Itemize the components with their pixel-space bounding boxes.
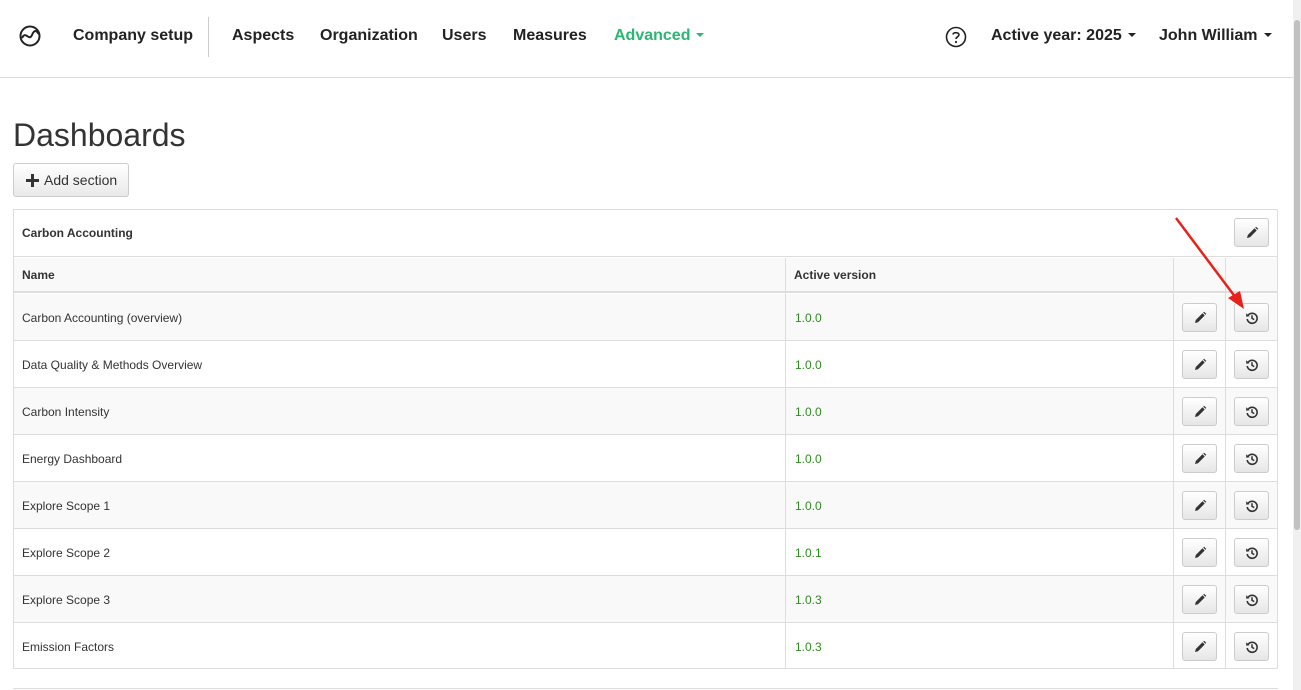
table-row: Explore Scope 1 1.0.0 [14,482,1277,529]
dashboard-version: 1.0.0 [795,405,822,419]
history-icon [1245,453,1258,465]
table-row: Data Quality & Methods Overview 1.0.0 [14,341,1277,388]
edit-section-button[interactable] [1234,218,1269,247]
nav-organization[interactable]: Organization [320,26,418,46]
dashboard-version: 1.0.0 [795,499,822,513]
version-history-button[interactable] [1234,303,1269,332]
logo-icon[interactable] [18,24,42,48]
table-row: Emission Factors 1.0.3 [14,623,1277,670]
dashboard-version: 1.0.0 [795,452,822,466]
dashboard-name[interactable]: Explore Scope 1 [22,499,110,513]
help-icon[interactable] [945,26,967,48]
table-row: Energy Dashboard 1.0.0 [14,435,1277,482]
plus-icon [26,173,39,187]
edit-dashboard-button[interactable] [1182,585,1217,614]
column-divider [1225,258,1226,669]
dashboard-version: 1.0.3 [795,593,822,607]
add-section-button[interactable]: Add section [13,163,129,197]
pencil-icon [1194,640,1206,652]
nav-aspects[interactable]: Aspects [232,26,294,46]
user-menu-dropdown[interactable]: John William [1159,26,1272,46]
version-history-button[interactable] [1234,444,1269,473]
add-section-label: Add section [44,172,118,188]
table-row: Carbon Accounting (overview) 1.0.0 [14,294,1277,341]
pencil-icon [1194,452,1206,464]
divider [13,688,1278,689]
column-divider [785,258,786,669]
dashboard-name[interactable]: Emission Factors [22,640,114,654]
edit-dashboard-button[interactable] [1182,538,1217,567]
nav-advanced-dropdown[interactable]: Advanced [614,26,705,46]
history-icon [1245,359,1258,371]
pencil-icon [1194,499,1206,511]
history-icon [1245,500,1258,512]
nav-advanced-label: Advanced [614,27,691,44]
history-icon [1245,594,1258,606]
table-row: Explore Scope 2 1.0.1 [14,529,1277,576]
dashboard-name[interactable]: Carbon Accounting (overview) [22,311,182,325]
dashboard-name[interactable]: Energy Dashboard [22,452,122,466]
scrollbar-thumb[interactable] [1294,20,1300,530]
pencil-icon [1194,546,1206,558]
user-name: John William [1159,27,1258,44]
table-header: Name Active version [14,258,1277,293]
table-row: Carbon Intensity 1.0.0 [14,388,1277,435]
edit-dashboard-button[interactable] [1182,303,1217,332]
dashboard-version: 1.0.0 [795,358,822,372]
version-history-button[interactable] [1234,632,1269,661]
pencil-icon [1194,358,1206,370]
version-history-button[interactable] [1234,350,1269,379]
nav-divider [208,17,209,57]
dashboard-version: 1.0.1 [795,546,822,560]
dashboard-name[interactable]: Explore Scope 3 [22,593,110,607]
history-icon [1245,547,1258,559]
pencil-icon [1194,405,1206,417]
edit-dashboard-button[interactable] [1182,350,1217,379]
edit-dashboard-button[interactable] [1182,491,1217,520]
pencil-icon [1246,226,1258,238]
page-title: Dashboards [13,117,186,153]
column-divider [1173,258,1174,669]
edit-dashboard-button[interactable] [1182,632,1217,661]
caret-down-icon [696,32,705,37]
top-navbar: Company setup Aspects Organization Users… [0,0,1293,78]
caret-down-icon [1263,32,1272,37]
nav-users[interactable]: Users [442,26,486,46]
dashboard-name[interactable]: Carbon Intensity [22,405,109,419]
dashboard-name[interactable]: Explore Scope 2 [22,546,110,560]
version-history-button[interactable] [1234,491,1269,520]
active-year-label: Active year: 2025 [991,27,1122,44]
vertical-scrollbar[interactable] [1293,0,1301,690]
active-year-dropdown[interactable]: Active year: 2025 [991,26,1136,46]
dashboard-name[interactable]: Data Quality & Methods Overview [22,358,202,372]
history-icon [1245,312,1258,324]
dashboard-version: 1.0.0 [795,311,822,325]
version-history-button[interactable] [1234,397,1269,426]
history-icon [1245,406,1258,418]
column-header-active-version: Active version [794,268,877,282]
history-icon [1245,641,1258,653]
caret-down-icon [1127,32,1136,37]
edit-dashboard-button[interactable] [1182,397,1217,426]
edit-dashboard-button[interactable] [1182,444,1217,473]
pencil-icon [1194,593,1206,605]
version-history-button[interactable] [1234,538,1269,567]
nav-measures[interactable]: Measures [513,26,587,46]
section-title: Carbon Accounting [22,226,133,240]
nav-company-setup[interactable]: Company setup [73,26,193,46]
dashboard-version: 1.0.3 [795,640,822,654]
column-header-name: Name [22,268,55,282]
section-panel-heading: Carbon Accounting [14,210,1277,257]
version-history-button[interactable] [1234,585,1269,614]
section-panel: Carbon Accounting Name Active version Ca… [13,209,1278,669]
table-row: Explore Scope 3 1.0.3 [14,576,1277,623]
pencil-icon [1194,311,1206,323]
